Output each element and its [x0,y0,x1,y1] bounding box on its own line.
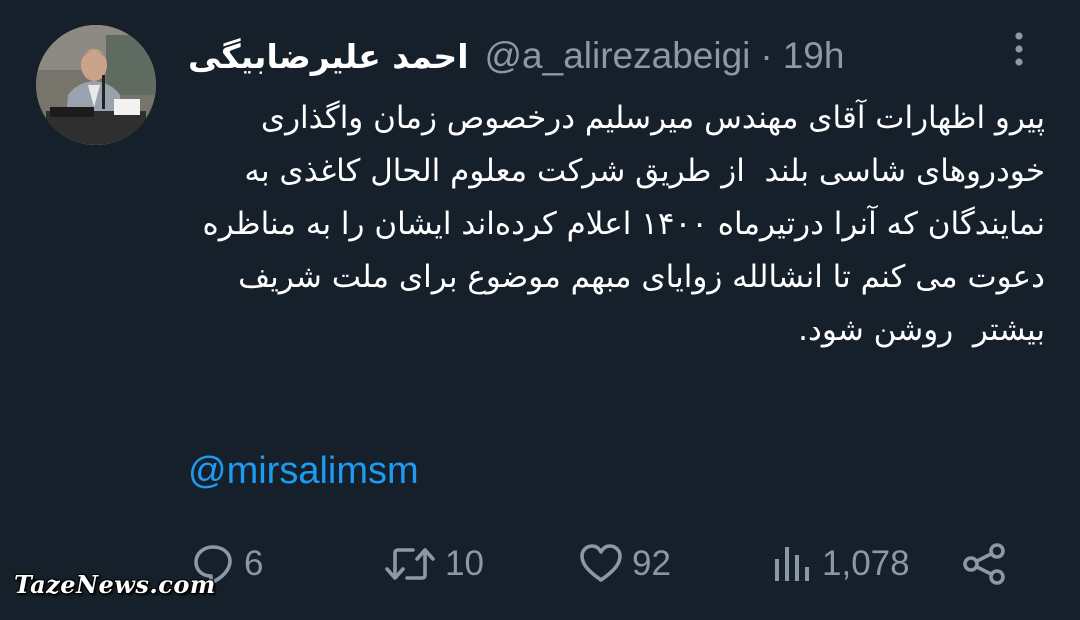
share-icon [963,543,1005,585]
like-button[interactable]: 92 [578,536,671,592]
mention-link[interactable]: @mirsalimsm [188,450,419,493]
separator-dot: · [760,35,773,76]
author-handle[interactable]: @a_alirezabeigi [485,35,751,77]
retweet-button[interactable]: 10 [383,536,484,592]
reply-count: 6 [244,544,264,583]
views-count: 1,078 [822,544,910,583]
tweet-timestamp[interactable]: 19h [783,35,845,77]
more-vertical-icon [1015,32,1023,66]
retweet-count: 10 [445,544,484,583]
tweet-card: احمد علیرضابیگی @a_alirezabeigi · 19h پی… [0,0,1080,620]
avatar[interactable] [36,25,156,145]
heart-icon [580,544,622,582]
site-watermark: TazeNews.com [14,570,216,599]
retweet-icon [385,548,435,580]
author-display-name[interactable]: احمد علیرضابیگی [188,37,469,76]
avatar-photo [36,25,156,145]
like-count: 92 [632,544,671,583]
views-button[interactable]: 1,078 [770,536,910,592]
share-button[interactable] [960,536,1008,592]
more-options-button[interactable] [1004,28,1034,72]
views-icon [775,547,809,581]
tweet-body-text: پیرو اظهارات آقای مهندس میرسلیم درخصوص ز… [192,100,1045,348]
tweet-header: احمد علیرضابیگی @a_alirezabeigi · 19h [188,28,968,84]
